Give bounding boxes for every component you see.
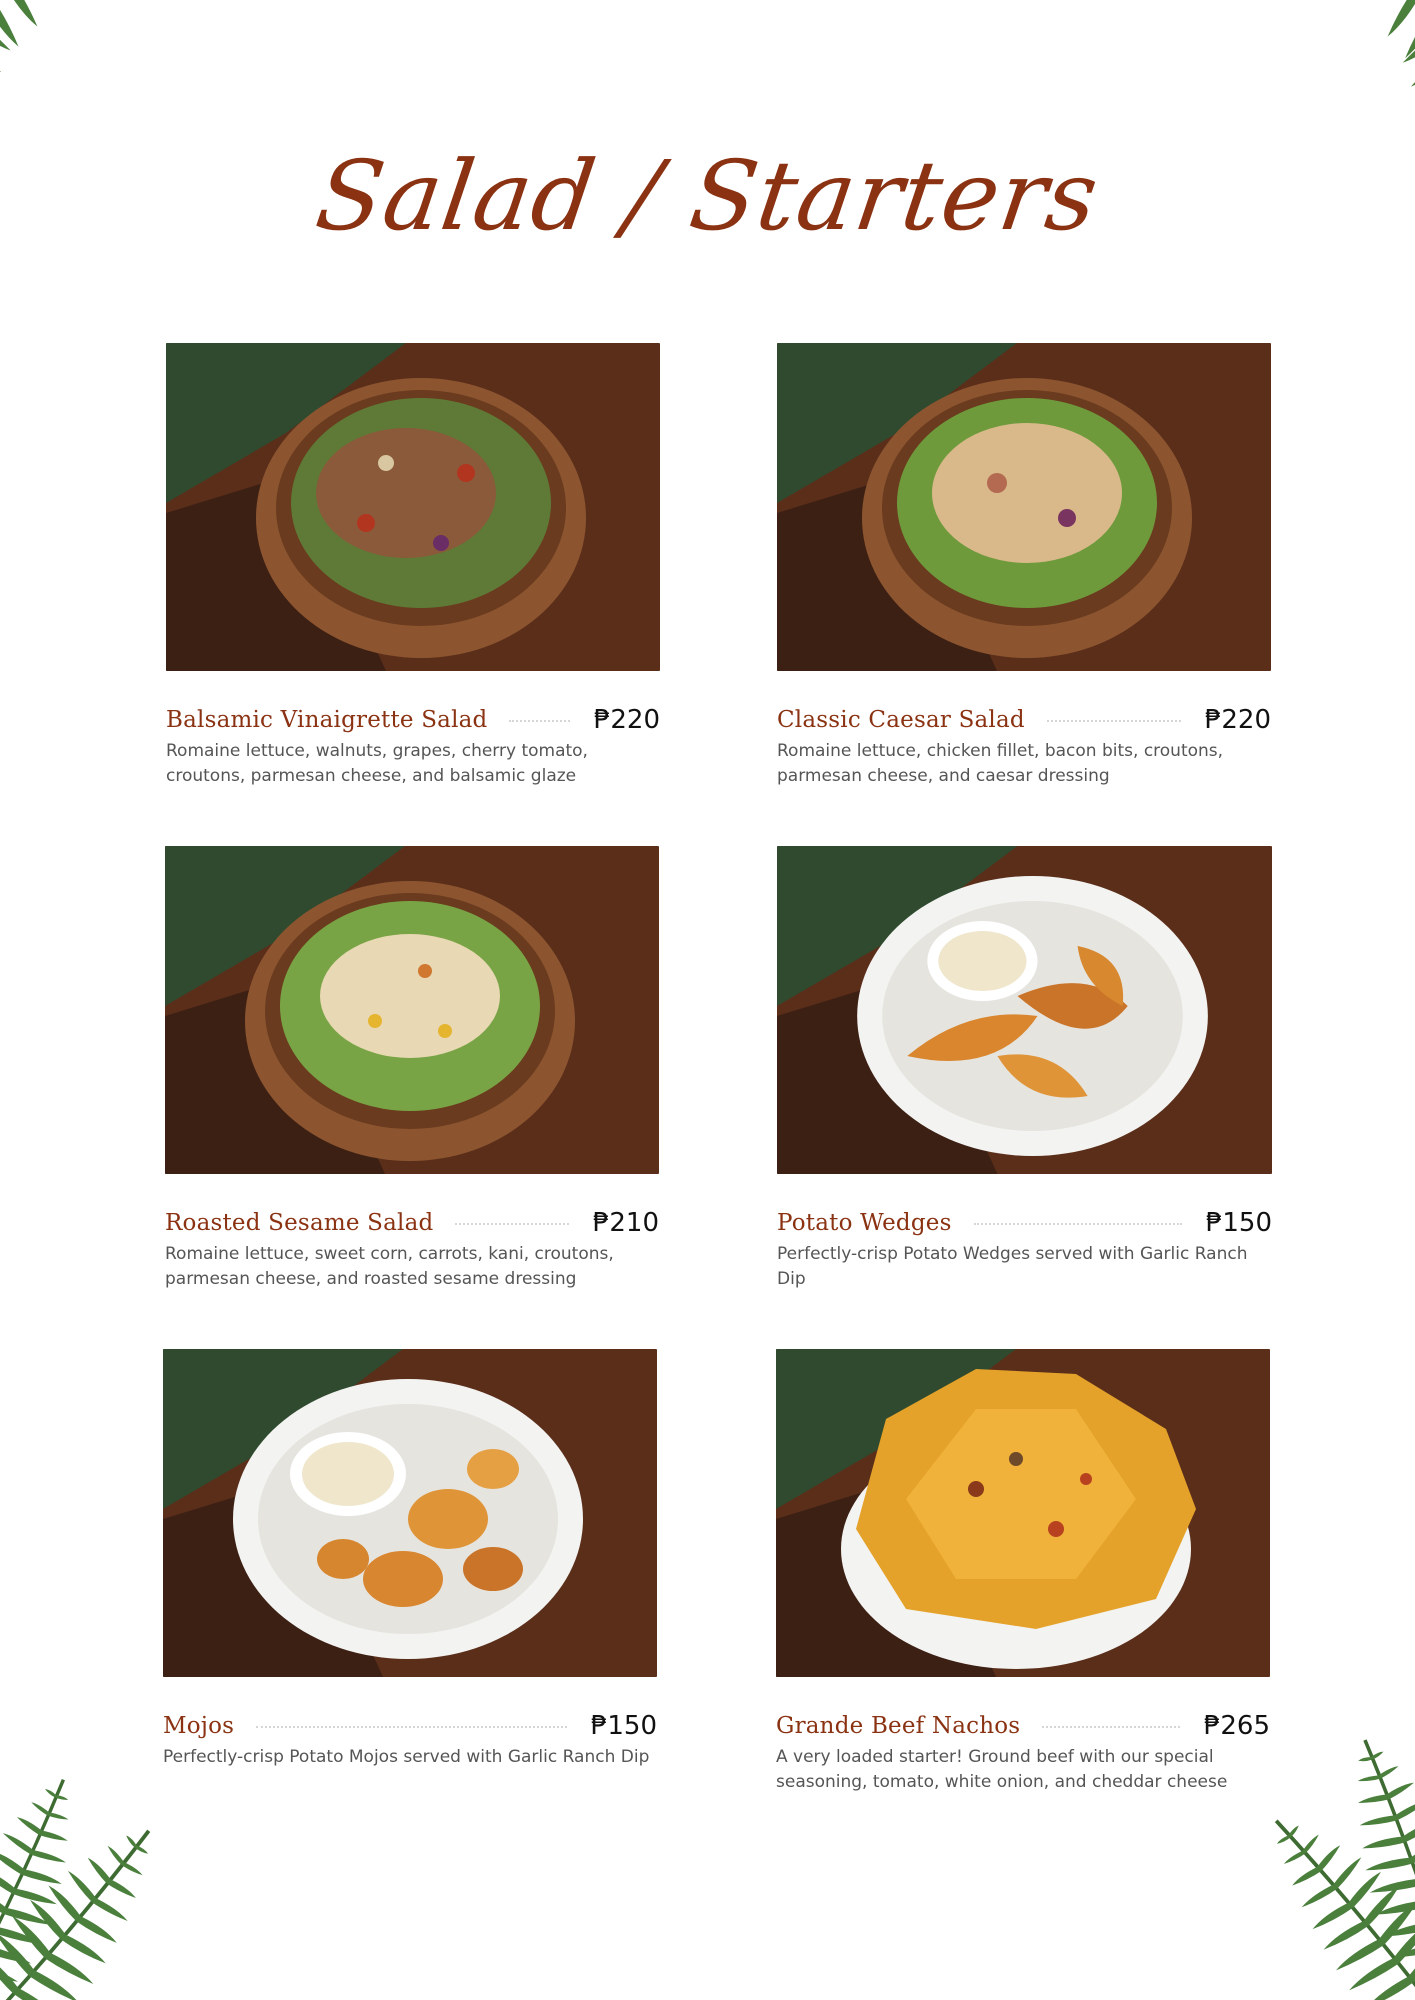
item-name: Roasted Sesame Salad (165, 1210, 434, 1236)
item-price: ₱220 (1204, 705, 1271, 735)
dotted-leader (1042, 1726, 1180, 1728)
sesame-salad-photo (165, 846, 659, 1174)
menu-item-grande-beef-nachos: Grande Beef Nachos ₱265 A very loaded st… (776, 1349, 1270, 1795)
item-price: ₱150 (1205, 1208, 1272, 1238)
menu-item-classic-caesar-salad: Classic Caesar Salad ₱220 Romaine lettuc… (777, 343, 1271, 789)
balsamic-salad-photo (166, 343, 660, 671)
item-name: Classic Caesar Salad (777, 707, 1025, 733)
dotted-leader (455, 1223, 569, 1225)
item-description: Romaine lettuce, chicken fillet, bacon b… (777, 741, 1224, 786)
item-name: Balsamic Vinaigrette Salad (166, 707, 488, 733)
item-price: ₱265 (1203, 1711, 1270, 1741)
item-name: Mojos (163, 1713, 235, 1739)
caesar-salad-photo (777, 343, 1271, 671)
item-description: A very loaded starter! Ground beef with … (776, 1747, 1228, 1792)
item-price: ₱210 (592, 1208, 659, 1238)
menu-item-balsamic-vinaigrette-salad: Balsamic Vinaigrette Salad ₱220 Romaine … (166, 343, 660, 789)
item-description: Romaine lettuce, walnuts, grapes, cherry… (166, 741, 588, 786)
item-name: Potato Wedges (777, 1210, 952, 1236)
item-description: Romaine lettuce, sweet corn, carrots, ka… (165, 1244, 614, 1289)
page-title: Salad / Starters (309, 140, 1106, 252)
menu-item-mojos: Mojos ₱150 Perfectly-crisp Potato Mojos … (163, 1349, 657, 1770)
dotted-leader (509, 720, 570, 722)
item-description: Perfectly-crisp Potato Wedges served wit… (777, 1244, 1248, 1289)
dotted-leader (256, 1726, 567, 1728)
fern-bottom-left-decoration (0, 1757, 195, 2000)
item-description: Perfectly-crisp Potato Mojos served with… (163, 1747, 650, 1767)
dotted-leader (973, 1223, 1182, 1225)
item-price: ₱220 (593, 705, 660, 735)
item-price: ₱150 (590, 1711, 657, 1741)
potato-wedges-photo (777, 846, 1272, 1174)
dotted-leader (1046, 720, 1181, 722)
item-name: Grande Beef Nachos (776, 1713, 1021, 1739)
menu-item-potato-wedges: Potato Wedges ₱150 Perfectly-crisp Potat… (777, 846, 1272, 1292)
menu-item-roasted-sesame-salad: Roasted Sesame Salad ₱210 Romaine lettuc… (165, 846, 659, 1292)
mojos-photo (163, 1349, 657, 1677)
nachos-photo (776, 1349, 1270, 1677)
